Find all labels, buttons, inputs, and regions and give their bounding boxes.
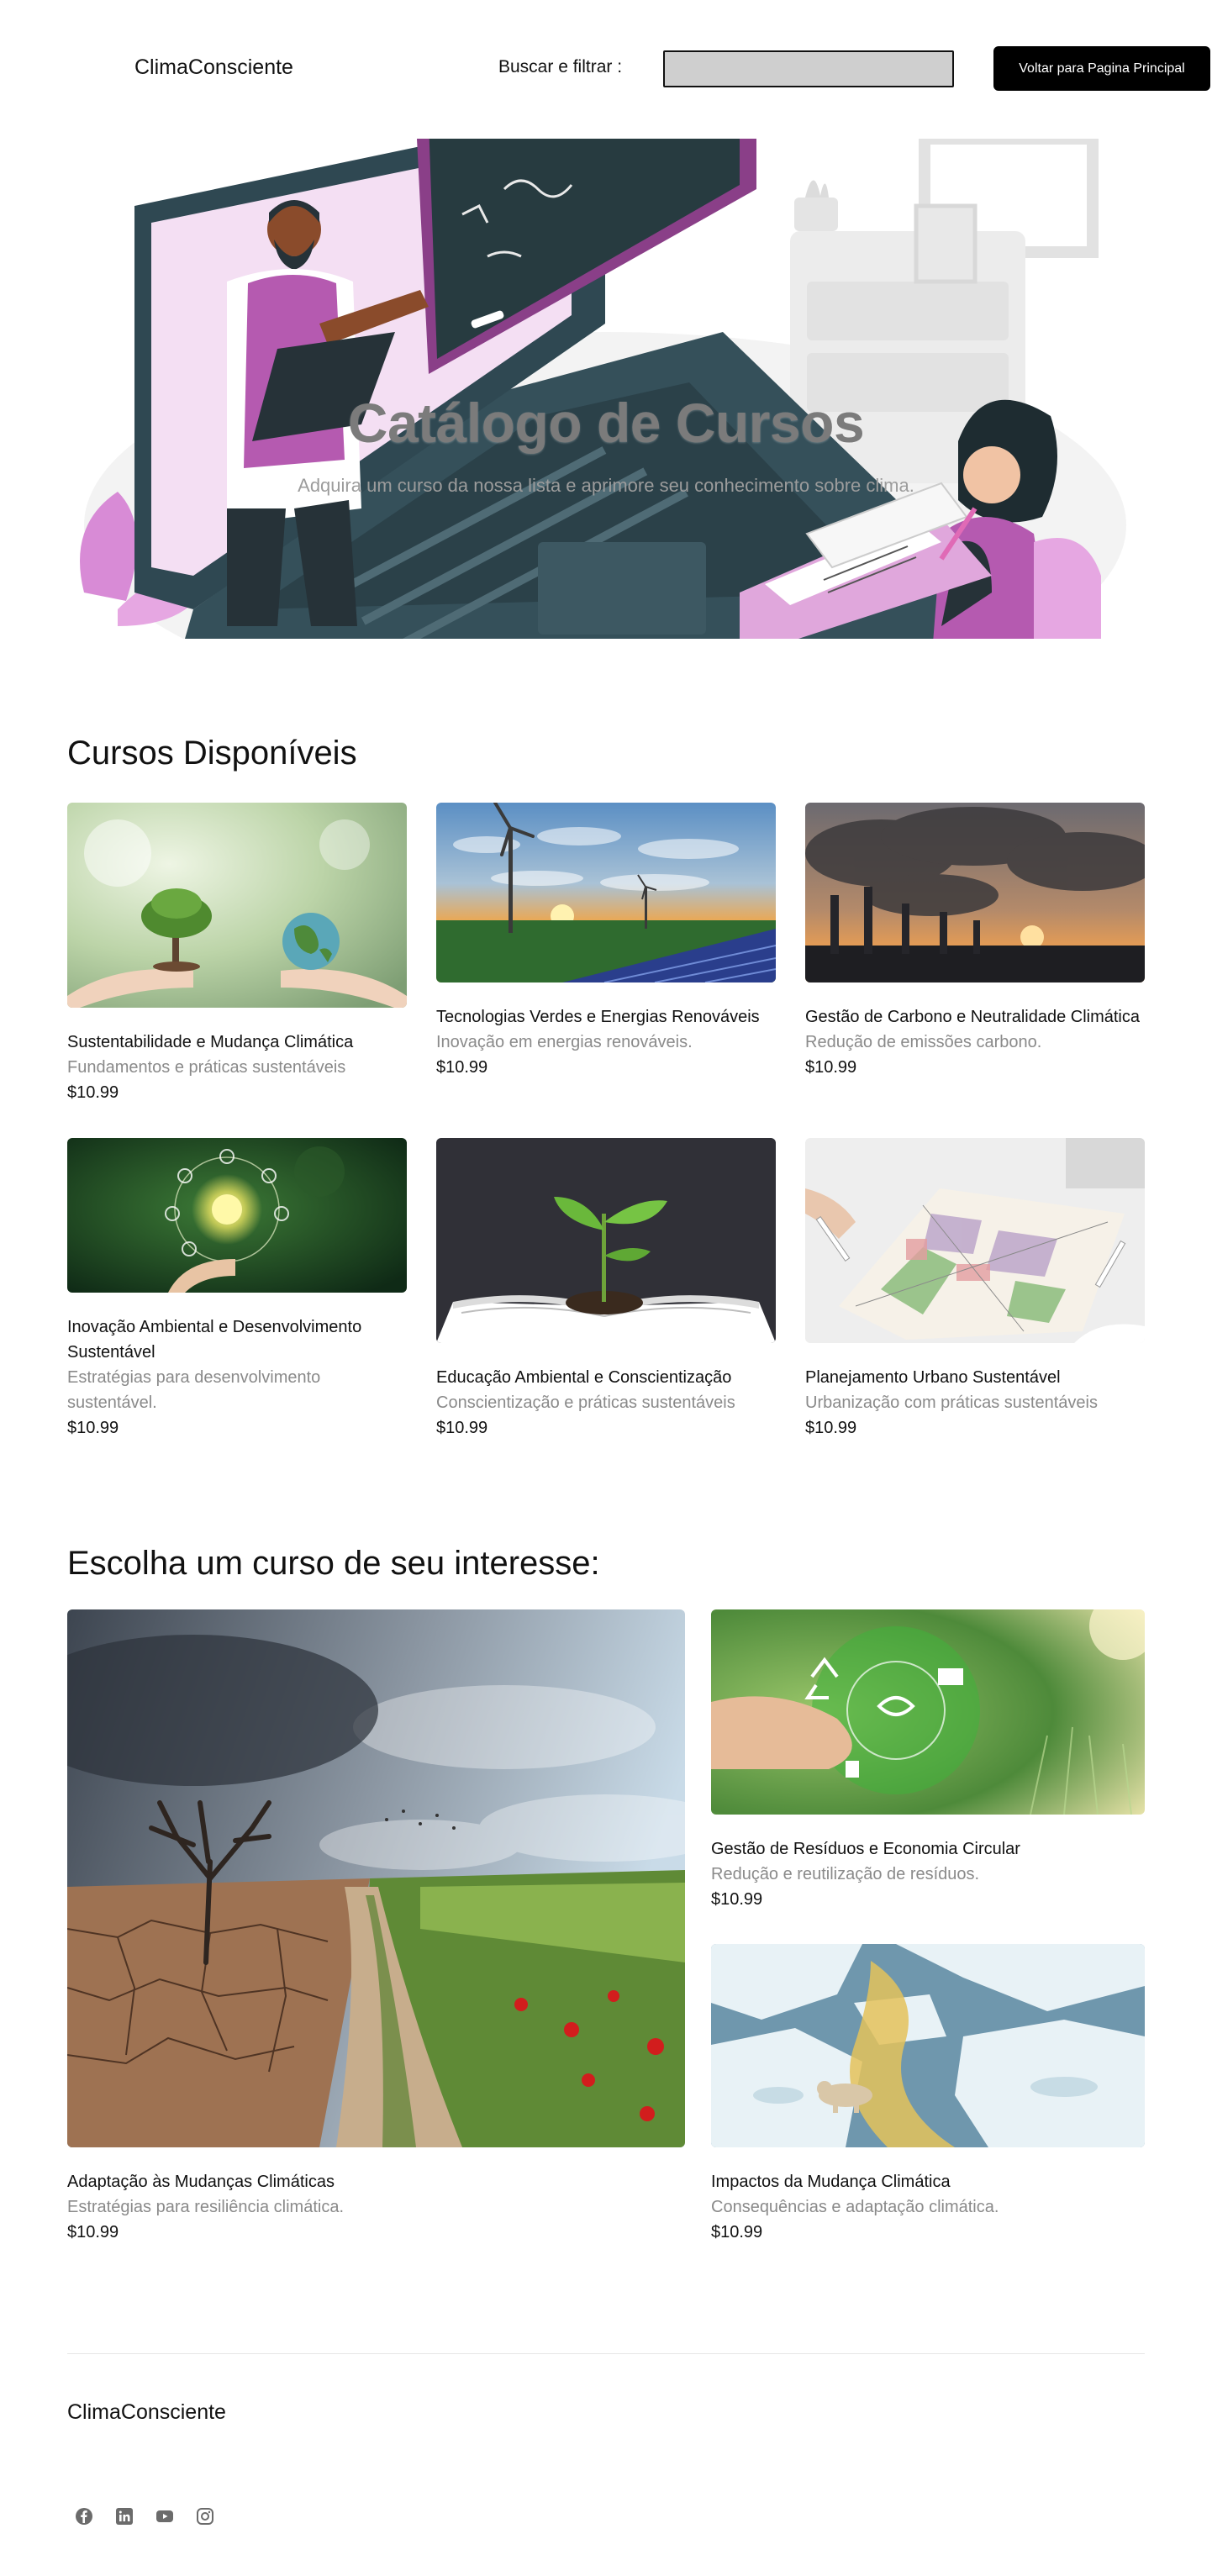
hero-subtitle: Adquira um curso da nossa lista e aprimo… (298, 475, 914, 496)
hero-title: Catálogo de Cursos (347, 392, 865, 454)
course-image-factory-smoke[interactable] (805, 803, 1145, 982)
course-price: $10.99 (436, 1419, 488, 1437)
course-description: Conscientização e práticas sustentáveis (436, 1393, 735, 1412)
course-description: Estratégias para desenvolvimento sustent… (67, 1368, 321, 1412)
course-price: $10.99 (67, 2223, 119, 2241)
course-price: $10.99 (436, 1058, 488, 1077)
top-navigation: ClimaConsciente Buscar e filtrar : Volta… (0, 0, 1212, 139)
hero-banner: Catálogo de Cursos Adquira um curso da n… (67, 139, 1145, 639)
course-image-bulb-eco-icons[interactable] (67, 1138, 407, 1293)
course-price: $10.99 (805, 1058, 857, 1077)
course-price: $10.99 (67, 1083, 119, 1102)
course-card[interactable]: Gestão de Resíduos e Economia Circular R… (711, 1609, 1145, 1912)
interest-courses-heading: Escolha um curso de seu interesse: (67, 1545, 600, 1582)
hero-illustration (80, 139, 1126, 639)
course-price: $10.99 (67, 1419, 119, 1437)
course-card-featured[interactable]: Adaptação às Mudanças Climáticas Estraté… (67, 1609, 685, 2245)
course-description: Consequências e adaptação climática. (711, 2198, 999, 2216)
course-image-wind-solar-sunset[interactable] (436, 803, 776, 982)
course-card[interactable]: Inovação Ambiental e Desenvolvimento Sus… (67, 1138, 407, 1441)
course-title[interactable]: Educação Ambiental e Conscientização (436, 1365, 776, 1390)
course-card[interactable]: Impactos da Mudança Climática Consequênc… (711, 1944, 1145, 2245)
youtube-icon[interactable] (155, 2506, 175, 2526)
course-title[interactable]: Planejamento Urbano Sustentável (805, 1365, 1145, 1390)
footer-brand[interactable]: ClimaConsciente (67, 2400, 226, 2425)
course-image-plant-on-book[interactable] (436, 1138, 776, 1343)
course-description: Redução de emissões carbono. (805, 1033, 1042, 1051)
course-title[interactable]: Gestão de Resíduos e Economia Circular (711, 1836, 1145, 1862)
course-image-hands-tree-globe[interactable] (67, 803, 407, 1008)
search-label: Buscar e filtrar : (498, 57, 623, 76)
course-title[interactable]: Impactos da Mudança Climática (711, 2169, 1145, 2194)
course-description: Inovação em energias renováveis. (436, 1033, 693, 1051)
course-price: $10.99 (711, 2223, 763, 2241)
course-image-recycle-hands[interactable] (711, 1609, 1145, 1815)
course-description: Fundamentos e práticas sustentáveis (67, 1058, 346, 1077)
course-image-melting-ice-bear[interactable] (711, 1944, 1145, 2147)
search-input[interactable] (663, 50, 954, 87)
course-card[interactable]: Tecnologias Verdes e Energias Renováveis… (436, 803, 776, 1080)
course-title[interactable]: Gestão de Carbono e Neutralidade Climáti… (805, 1004, 1145, 1030)
course-image-urban-plan-map[interactable] (805, 1138, 1145, 1343)
course-card[interactable]: Planejamento Urbano Sustentável Urbaniza… (805, 1138, 1145, 1441)
course-title[interactable]: Sustentabilidade e Mudança Climática (67, 1030, 407, 1055)
course-card[interactable]: Gestão de Carbono e Neutralidade Climáti… (805, 803, 1145, 1080)
course-image-drought-vs-meadow[interactable] (67, 1609, 685, 2147)
linkedin-icon[interactable] (114, 2506, 134, 2526)
course-title[interactable]: Tecnologias Verdes e Energias Renováveis (436, 1004, 776, 1030)
brand-logo[interactable]: ClimaConsciente (134, 55, 293, 80)
course-description: Estratégias para resiliência climática. (67, 2198, 345, 2216)
instagram-icon[interactable] (195, 2506, 215, 2526)
available-courses-heading: Cursos Disponíveis (67, 735, 357, 772)
course-price: $10.99 (711, 1890, 763, 1909)
course-card[interactable]: Sustentabilidade e Mudança Climática Fun… (67, 803, 407, 1105)
course-description: Urbanização com práticas sustentáveis (805, 1393, 1098, 1412)
course-title[interactable]: Inovação Ambiental e Desenvolvimento Sus… (67, 1314, 407, 1365)
course-description: Redução e reutilização de resíduos. (711, 1865, 980, 1883)
back-to-home-button[interactable]: Voltar para Pagina Principal (993, 46, 1210, 91)
course-price: $10.99 (805, 1419, 857, 1437)
facebook-icon[interactable] (74, 2506, 94, 2526)
course-title[interactable]: Adaptação às Mudanças Climáticas (67, 2169, 685, 2194)
course-card[interactable]: Educação Ambiental e Conscientização Con… (436, 1138, 776, 1441)
footer-divider (67, 2353, 1145, 2354)
